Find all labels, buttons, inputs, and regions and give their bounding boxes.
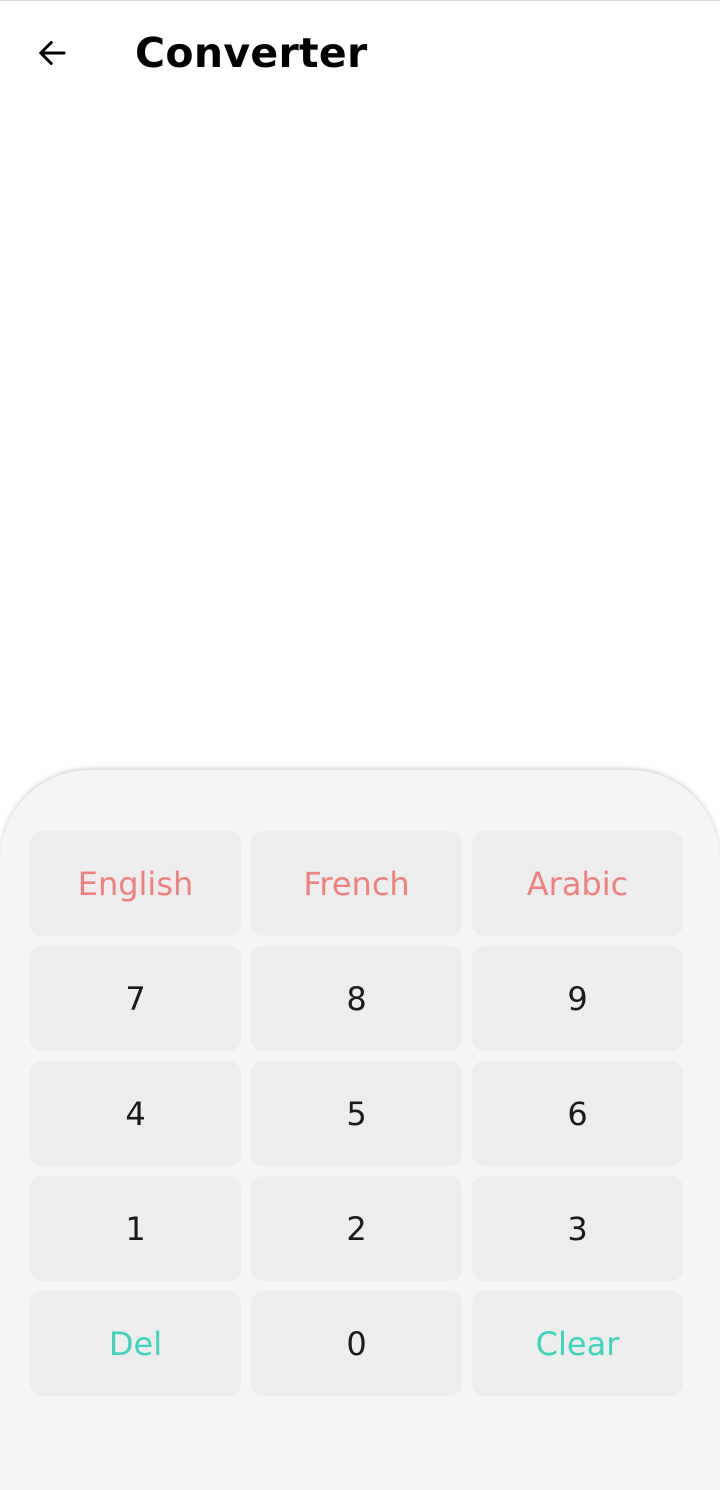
digit-7-button[interactable]: 7	[30, 946, 241, 1051]
keypad-grid: English French Arabic 7 8 9 4 5 6 1 2 3 …	[30, 831, 683, 1396]
back-button[interactable]	[22, 23, 82, 83]
english-button[interactable]: English	[30, 831, 241, 936]
digit-4-button[interactable]: 4	[30, 1061, 241, 1166]
french-button[interactable]: French	[251, 831, 462, 936]
digit-5-button[interactable]: 5	[251, 1061, 462, 1166]
digit-8-button[interactable]: 8	[251, 946, 462, 1051]
digit-0-button[interactable]: 0	[251, 1291, 462, 1396]
digit-9-button[interactable]: 9	[472, 946, 683, 1051]
page-title: Converter	[135, 29, 368, 77]
digit-1-button[interactable]: 1	[30, 1176, 241, 1281]
arrow-left-icon	[39, 41, 66, 65]
clear-button[interactable]: Clear	[472, 1291, 683, 1396]
app-bar: Converter	[0, 1, 720, 105]
delete-button[interactable]: Del	[30, 1291, 241, 1396]
digit-3-button[interactable]: 3	[472, 1176, 683, 1281]
digit-6-button[interactable]: 6	[472, 1061, 683, 1166]
arabic-button[interactable]: Arabic	[472, 831, 683, 936]
keypad-panel: English French Arabic 7 8 9 4 5 6 1 2 3 …	[0, 770, 720, 1490]
digit-2-button[interactable]: 2	[251, 1176, 462, 1281]
